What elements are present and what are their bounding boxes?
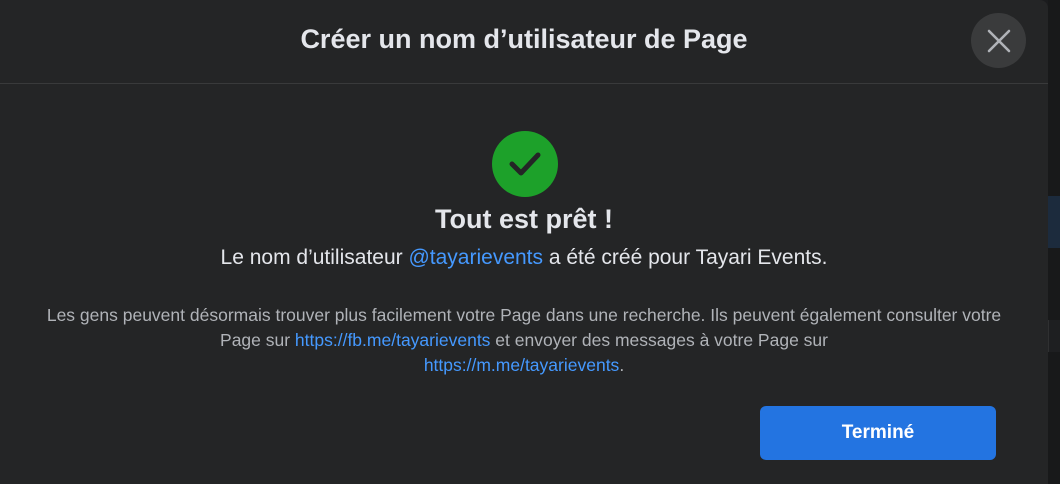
- success-badge: [492, 131, 558, 197]
- success-subline: Le nom d’utilisateur @tayarievents a été…: [0, 246, 1048, 270]
- username-link[interactable]: @tayarievents: [408, 246, 543, 269]
- backdrop-divider: [1048, 320, 1060, 352]
- success-heading: Tout est prêt !: [435, 204, 613, 234]
- dialog-header: Créer un nom d’utilisateur de Page: [0, 0, 1048, 84]
- fb-me-link[interactable]: https://fb.me/tayarievents: [295, 330, 491, 350]
- description-part3: .: [619, 355, 625, 375]
- done-button[interactable]: Terminé: [760, 406, 996, 460]
- description-text: Les gens peuvent désormais trouver plus …: [40, 303, 1008, 378]
- close-icon: [987, 29, 1010, 52]
- subline-after: a été créé pour Tayari Events.: [543, 246, 828, 269]
- username-created-dialog: Créer un nom d’utilisateur de Page Tout …: [0, 0, 1048, 484]
- backdrop-accent: [1048, 196, 1060, 248]
- dialog-title: Créer un nom d’utilisateur de Page: [300, 24, 748, 54]
- m-me-link[interactable]: https://m.me/tayarievents: [424, 355, 620, 375]
- subline-before: Le nom d’utilisateur: [220, 246, 409, 269]
- close-button[interactable]: [971, 13, 1026, 68]
- description-part2: et envoyer des messages à votre Page sur: [490, 330, 828, 350]
- checkmark-circle-icon: [509, 152, 541, 176]
